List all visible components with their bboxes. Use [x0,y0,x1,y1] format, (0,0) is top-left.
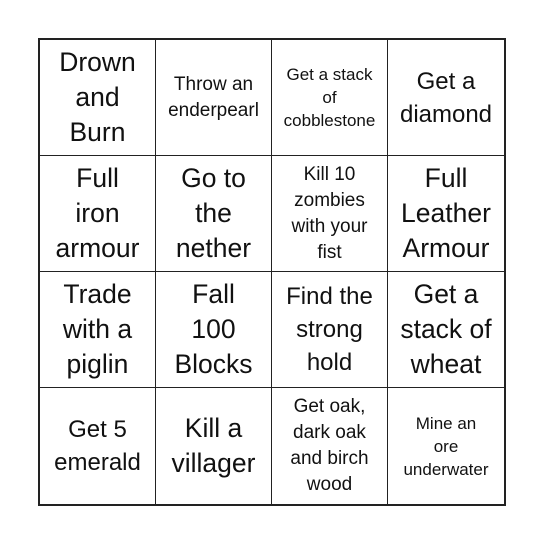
bingo-cell[interactable]: Get 5 emerald [40,388,156,504]
bingo-cell-text: Throw an enderpearl [168,73,259,121]
bingo-cell-text: Go to the nether [175,163,252,263]
bingo-cell[interactable]: Fall 100 Blocks [156,272,272,388]
bingo-cell[interactable]: Kill 10 zombies with your fist [272,156,388,272]
bingo-cell[interactable]: Drown and Burn [40,40,156,156]
bingo-cell[interactable]: Find the strong hold [272,272,388,388]
bingo-cell[interactable]: Throw an enderpearl [156,40,272,156]
bingo-cell[interactable]: Kill a villager [156,388,272,504]
bingo-cell[interactable]: Get oak, dark oak and birch wood [272,388,388,504]
bingo-cell[interactable]: Get a stack of wheat [388,272,504,388]
bingo-cell[interactable]: Get a diamond [388,40,504,156]
bingo-cell[interactable]: Trade with a piglin [40,272,156,388]
bingo-cell-text: Get a stack of cobblestone [283,65,376,130]
bingo-cell[interactable]: Full iron armour [40,156,156,272]
bingo-cell-text: Kill 10 zombies with your fist [291,163,368,263]
bingo-cell-text: Get a stack of wheat [400,279,492,379]
bingo-cell[interactable]: Full Leather Armour [388,156,504,272]
bingo-cell-text: Fall 100 Blocks [174,279,253,379]
bingo-cell[interactable]: Go to the nether [156,156,272,272]
bingo-cell-text: Full iron armour [55,163,140,263]
bingo-cell[interactable]: Get a stack of cobblestone [272,40,388,156]
bingo-card: Drown and Burn Throw an enderpearl Get a s… [38,38,506,506]
bingo-cell-text: Mine an ore underwater [403,413,489,479]
bingo-cell-text: Get oak, dark oak and birch wood [290,396,369,495]
bingo-cell-text: Trade with a piglin [62,279,133,379]
bingo-cell-text: Find the strong hold [286,283,373,376]
bingo-cell-text: Full Leather Armour [401,163,491,263]
bingo-cell-text: Kill a villager [171,413,256,478]
bingo-cell[interactable]: Mine an ore underwater [388,388,504,504]
bingo-cell-text: Drown and Burn [59,47,136,147]
bingo-cell-text: Get 5 emerald [54,416,141,476]
bingo-cell-text: Get a diamond [399,67,493,128]
